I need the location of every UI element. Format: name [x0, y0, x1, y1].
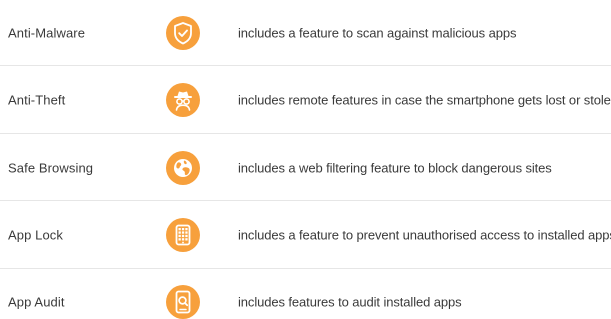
- feature-name: Safe Browsing: [8, 160, 94, 175]
- table-row: Anti-Malware includes a feature to scan …: [0, 0, 611, 66]
- shield-check-icon: [166, 16, 200, 50]
- phone-lock-icon: [166, 218, 200, 252]
- feature-description: includes a web filtering feature to bloc…: [238, 160, 552, 175]
- incognito-spy-icon: [166, 83, 200, 117]
- feature-description: includes a feature to scan against malic…: [238, 25, 517, 41]
- feature-name: App Audit: [8, 294, 65, 310]
- feature-name: App Lock: [8, 227, 64, 243]
- globe-icon: [166, 150, 200, 185]
- feature-name: Anti-Theft: [8, 92, 66, 108]
- feature-table: Anti-Malware includes a feature to scan …: [0, 0, 611, 319]
- table-row: App Lock includes a feature to prevent u…: [0, 201, 611, 269]
- table-row: App Audit includes features to audit ins…: [0, 269, 611, 319]
- feature-name: Anti-Malware: [8, 25, 86, 41]
- feature-description: includes remote features in case the sma…: [238, 92, 611, 108]
- table-row: Anti-Theft includes remote features in c…: [0, 66, 611, 134]
- feature-description: includes a feature to prevent unauthoris…: [238, 227, 611, 243]
- table-row: Safe Browsing includes a web filtering f…: [0, 134, 611, 201]
- phone-search-icon: [166, 285, 200, 319]
- feature-description: includes features to audit installed app…: [238, 294, 462, 310]
